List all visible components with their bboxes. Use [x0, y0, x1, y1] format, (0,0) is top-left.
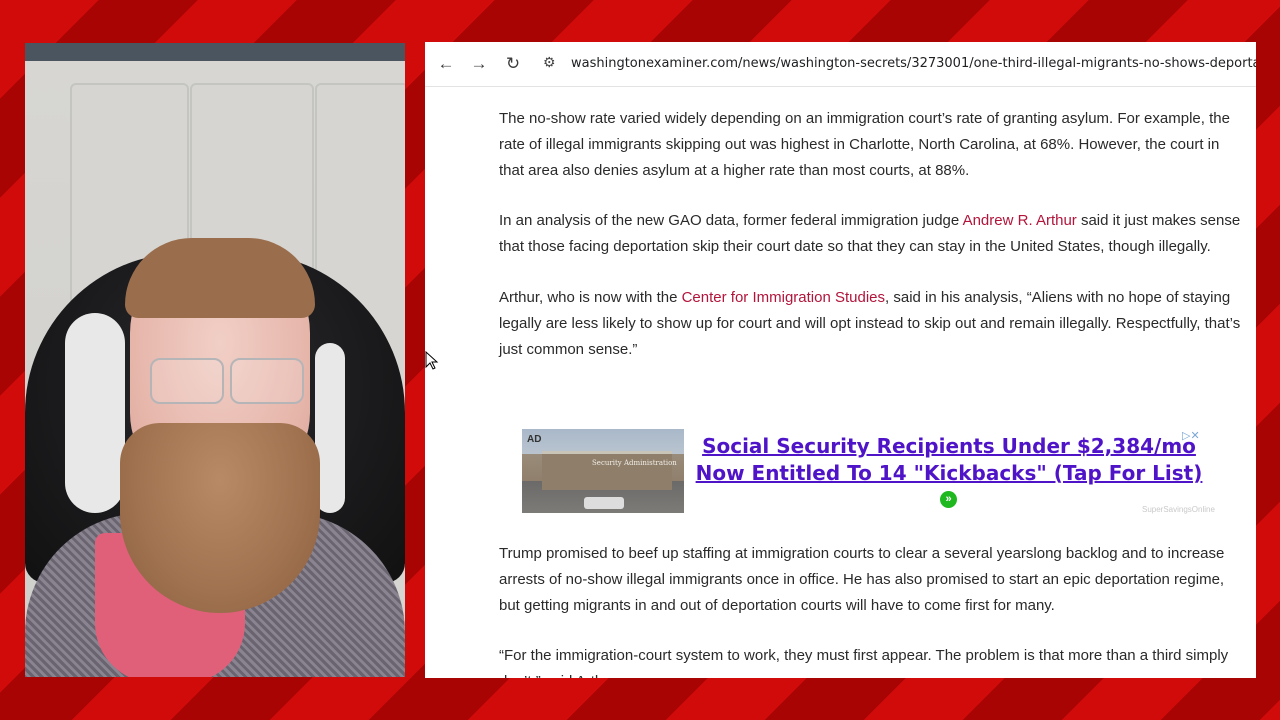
paragraph-arthur-quote: Arthur, who is now with the Center for I… [499, 285, 1244, 363]
ad-image[interactable]: AD Security Administration [522, 429, 684, 513]
article-body: The no-show rate varied widely depending… [425, 87, 1256, 678]
browser-toolbar: ← → ↻ ⚙ washingtonexaminer.com/news/wash… [425, 42, 1256, 87]
site-settings-icon[interactable]: ⚙ [543, 54, 556, 71]
link-center-immigration-studies[interactable]: Center for Immigration Studies [682, 289, 885, 306]
close-icon[interactable]: ▷✕ [1182, 429, 1200, 442]
paragraph-gao-analysis: In an analysis of the new GAO data, form… [499, 208, 1244, 260]
ad-sign-text: Security Administration [592, 459, 677, 467]
paragraph-text: Arthur, who is now with the [499, 289, 682, 306]
arrow-right-icon[interactable]: » [940, 491, 957, 508]
link-andrew-arthur[interactable]: Andrew R. Arthur [963, 212, 1077, 229]
address-bar[interactable]: ⚙ washingtonexaminer.com/news/washington… [537, 49, 1256, 79]
back-arrow-icon[interactable]: ← [434, 52, 458, 76]
url-text[interactable]: washingtonexaminer.com/news/washington-s… [571, 56, 1256, 71]
ad-source: SuperSavingsOnline [1142, 505, 1215, 514]
paragraph-trump-promise: Trump promised to beef up staffing at im… [499, 545, 1225, 614]
webcam-feed [25, 43, 405, 677]
glasses-right [230, 358, 304, 404]
reload-icon[interactable]: ↻ [501, 52, 525, 76]
glasses-left [150, 358, 224, 404]
forward-arrow-icon[interactable]: → [467, 52, 491, 76]
ad-headline-link[interactable]: Social Security Recipients Under $2,384/… [688, 433, 1210, 487]
mouse-cursor-icon [425, 351, 439, 370]
browser-window: ← → ↻ ⚙ washingtonexaminer.com/news/wash… [425, 42, 1256, 678]
advertisement[interactable]: AD Security Administration Social Securi… [522, 429, 1215, 519]
paragraph-text: In an analysis of the new GAO data, form… [499, 212, 963, 229]
paragraph-arthur-conclusion: “For the immigration-court system to wor… [499, 647, 1229, 678]
building [542, 451, 672, 490]
paragraph-no-show-rate: The no-show rate varied widely depending… [499, 110, 1230, 179]
chair-stripe [65, 313, 125, 513]
hair [125, 238, 315, 318]
ad-label: AD [527, 434, 542, 445]
truck [584, 497, 624, 509]
